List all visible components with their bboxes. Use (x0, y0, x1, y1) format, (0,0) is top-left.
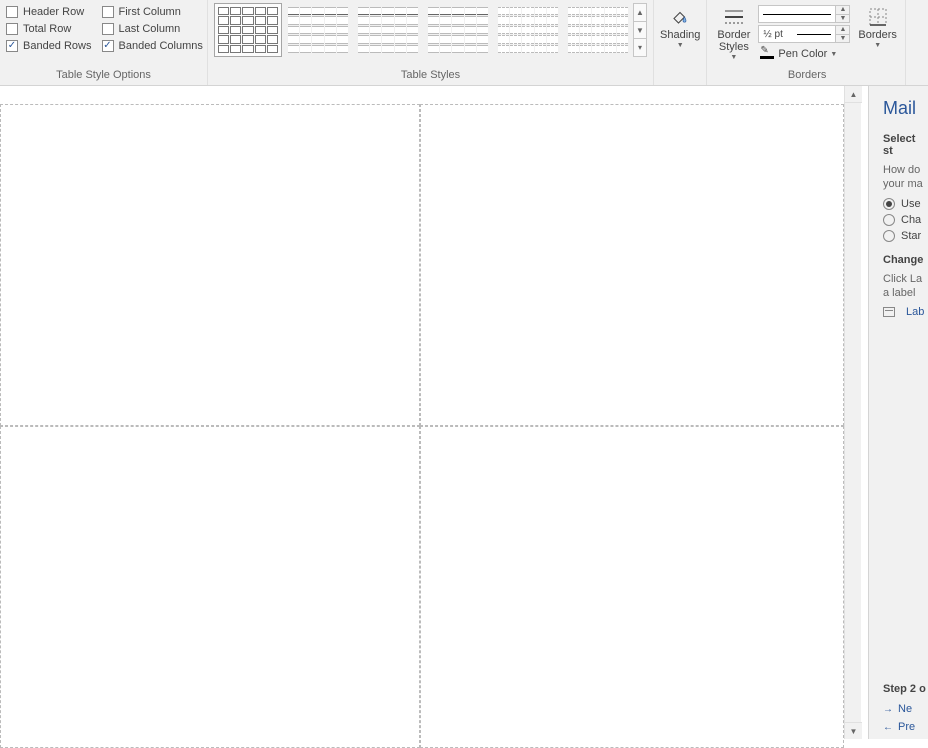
label-options-link[interactable]: Lab (883, 306, 928, 318)
mail-pane-title: Mail (883, 98, 928, 119)
line-weight-up[interactable]: ▲ (836, 26, 849, 35)
radio-change-label: Cha (901, 214, 921, 226)
line-weight-down[interactable]: ▼ (836, 35, 849, 43)
border-styles-icon (723, 7, 745, 27)
line-weight-value: ½ pt (763, 29, 782, 40)
document[interactable] (0, 86, 844, 739)
next-step-link[interactable]: → Ne (883, 703, 928, 715)
table-style-thumb-3[interactable] (354, 3, 422, 57)
mail-merge-pane: Mail Select st How doyour ma Use Cha Sta… (868, 86, 928, 739)
border-styles-button[interactable]: Border Styles ▼ (713, 3, 754, 61)
shading-button[interactable]: Shading ▼ (656, 3, 704, 49)
check-total-row[interactable]: Total Row (6, 23, 92, 35)
paint-bucket-icon (670, 7, 690, 27)
table-style-thumb-5[interactable] (494, 3, 562, 57)
borders-button[interactable]: Borders ▼ (854, 3, 901, 49)
borders-icon (868, 7, 888, 27)
check-banded-columns-label: Banded Columns (119, 40, 203, 52)
scroll-up-arrow[interactable]: ▲ (845, 86, 862, 103)
table-styles-gallery (214, 3, 632, 57)
arrow-right-icon: → (883, 704, 893, 715)
check-last-column[interactable]: Last Column (102, 23, 203, 35)
label-cell-4[interactable] (420, 426, 844, 748)
label-cell-2[interactable] (420, 104, 844, 426)
table-style-thumb-2[interactable] (284, 3, 352, 57)
table-style-thumb-4[interactable] (424, 3, 492, 57)
check-banded-rows[interactable]: Banded Rows (6, 40, 92, 52)
radio-icon (883, 230, 895, 242)
previous-step-label: Pre (898, 721, 915, 733)
chevron-down-icon: ▼ (730, 54, 737, 61)
table-style-thumb-1[interactable] (214, 3, 282, 57)
label-icon (883, 307, 895, 317)
ribbon: Header Row First Column Total Row Last C… (0, 0, 928, 86)
scroll-down-arrow[interactable]: ▼ (845, 722, 862, 739)
radio-start-label: Star (901, 230, 921, 242)
label-table (0, 104, 844, 739)
line-style-down[interactable]: ▼ (836, 15, 849, 23)
check-total-row-label: Total Row (23, 23, 71, 35)
radio-use-label: Use (901, 198, 921, 210)
group-table-styles: ▲ ▼ ▾ Table Styles (208, 0, 654, 85)
border-styles-label: Border Styles (717, 29, 750, 53)
pen-color-button[interactable]: ✎ Pen Color ▼ (758, 45, 850, 63)
select-starting-text: How doyour ma (883, 163, 928, 192)
check-header-row-label: Header Row (23, 6, 84, 18)
table-style-options-checks: Header Row First Column Total Row Last C… (6, 3, 207, 52)
pen-color-icon: ✎ (760, 47, 774, 61)
change-heading: Change (883, 254, 928, 266)
radio-start-from[interactable]: Star (883, 230, 928, 242)
check-banded-columns[interactable]: Banded Columns (102, 40, 203, 52)
group-borders: Border Styles ▼ ▲▼ ½ pt ▲▼ ✎ Pen Color ▼ (707, 0, 906, 85)
gallery-scroll-up[interactable]: ▲ (634, 4, 646, 22)
previous-step-link[interactable]: ← Pre (883, 721, 928, 733)
vertical-scrollbar[interactable]: ▲ ▼ (844, 86, 861, 739)
chevron-down-icon: ▼ (874, 42, 881, 49)
select-starting-heading: Select st (883, 133, 928, 157)
line-style-up[interactable]: ▲ (836, 6, 849, 15)
line-style-selector[interactable]: ▲▼ (758, 5, 850, 23)
radio-icon (883, 198, 895, 210)
arrow-left-icon: ← (883, 722, 893, 733)
check-last-column-label: Last Column (119, 23, 181, 35)
gallery-scroll-down[interactable]: ▼ (634, 22, 646, 40)
pen-color-label: Pen Color (778, 48, 827, 60)
borders-button-label: Borders (858, 29, 897, 41)
workspace: ▲ ▼ (0, 86, 928, 739)
label-options-text: Lab (906, 306, 924, 318)
step-indicator: Step 2 o (883, 683, 928, 695)
document-pane: ▲ ▼ (0, 86, 868, 739)
table-styles-spinner: ▲ ▼ ▾ (633, 3, 647, 57)
change-text: Click Laa label (883, 272, 928, 301)
group-label-borders: Borders (713, 69, 901, 83)
line-weight-selector[interactable]: ½ pt ▲▼ (758, 25, 850, 43)
group-shading: Shading ▼ (654, 0, 707, 85)
check-header-row[interactable]: Header Row (6, 6, 92, 18)
next-step-label: Ne (898, 703, 912, 715)
gallery-expand[interactable]: ▾ (634, 39, 646, 56)
border-line-controls: ▲▼ ½ pt ▲▼ ✎ Pen Color ▼ (758, 3, 850, 63)
table-style-thumb-6[interactable] (564, 3, 632, 57)
mail-pane-footer: Step 2 o → Ne ← Pre (883, 683, 928, 733)
check-first-column-label: First Column (119, 6, 181, 18)
group-label-table-style-options: Table Style Options (6, 69, 201, 83)
radio-icon (883, 214, 895, 226)
radio-change-layout[interactable]: Cha (883, 214, 928, 226)
group-label-table-styles: Table Styles (214, 69, 647, 83)
label-cell-1[interactable] (0, 104, 420, 426)
label-cell-3[interactable] (0, 426, 420, 748)
shading-label: Shading (660, 29, 700, 41)
check-banded-rows-label: Banded Rows (23, 40, 92, 52)
chevron-down-icon: ▼ (677, 42, 684, 49)
group-table-style-options: Header Row First Column Total Row Last C… (0, 0, 208, 85)
chevron-down-icon: ▼ (830, 51, 837, 58)
check-first-column[interactable]: First Column (102, 6, 203, 18)
radio-use-current[interactable]: Use (883, 198, 928, 210)
